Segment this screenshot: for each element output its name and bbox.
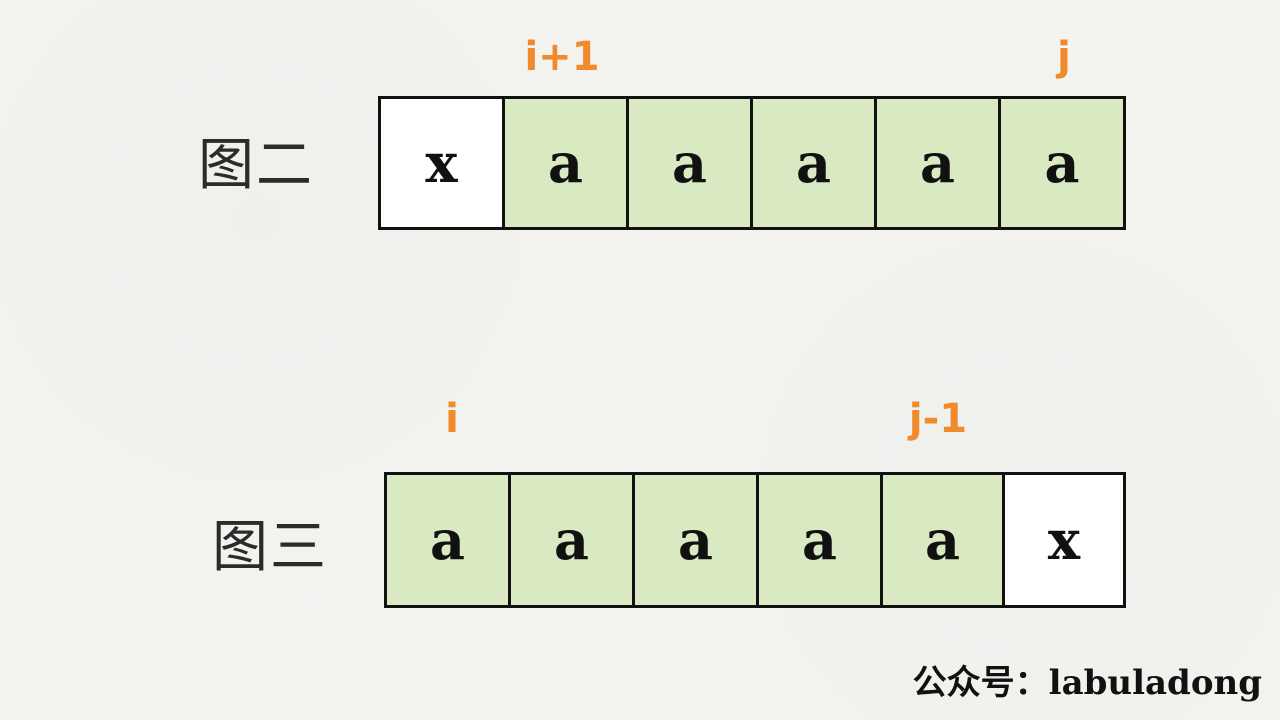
figure2-pointer-j: j <box>1057 34 1071 80</box>
figure3-pointer-i: i <box>445 396 459 442</box>
figure2-array: x a a a a a <box>378 96 1126 230</box>
figure2-cell-2: a <box>629 99 753 227</box>
figure3-cell-2: a <box>635 475 759 605</box>
figure3-cell-0: a <box>387 475 511 605</box>
figure3-label: 图三 <box>212 515 328 580</box>
diagram-canvas: 图二 i+1 j x a a a a a 图三 i j-1 a a a a a … <box>0 0 1280 720</box>
figure2-pointer-i-plus-1: i+1 <box>524 34 600 80</box>
figure2-cell-4: a <box>877 99 1001 227</box>
figure3-cell-5: x <box>1005 475 1123 605</box>
figure3-cell-3: a <box>759 475 883 605</box>
figure3-cell-4: a <box>883 475 1005 605</box>
figure2-cell-0: x <box>381 99 505 227</box>
figure2-label: 图二 <box>198 133 314 198</box>
figure3-pointer-j-minus-1: j-1 <box>908 396 968 442</box>
figure2-cell-3: a <box>753 99 877 227</box>
figure3-cell-1: a <box>511 475 635 605</box>
figure2-cell-1: a <box>505 99 629 227</box>
watermark: 公众号：labuladong <box>912 663 1262 703</box>
figure3-array: a a a a a x <box>384 472 1126 608</box>
figure2-cell-5: a <box>1001 99 1123 227</box>
